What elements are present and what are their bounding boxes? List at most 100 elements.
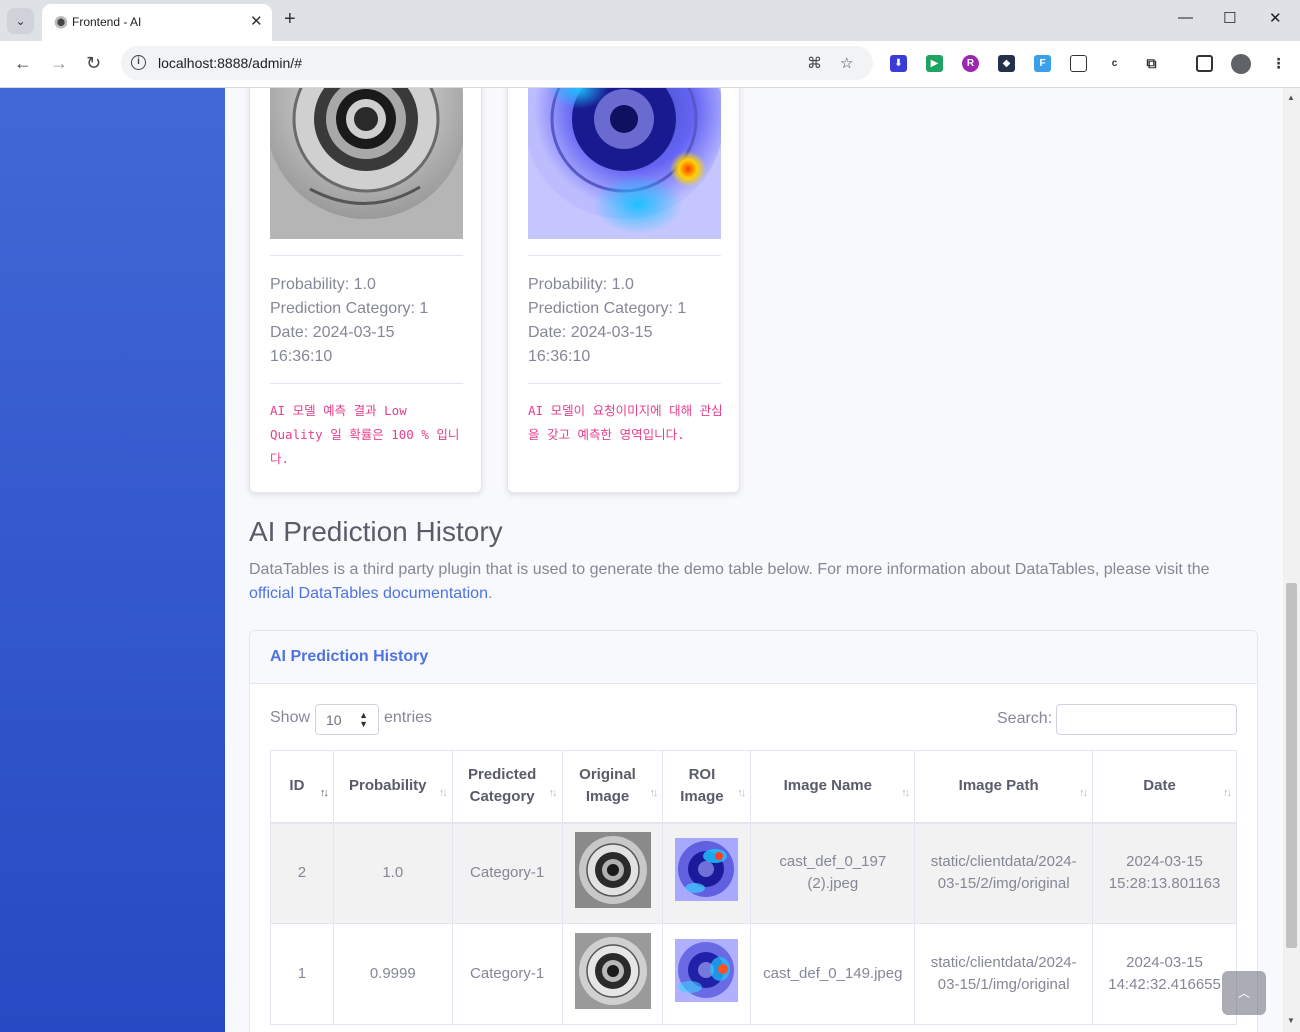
column-header-probability[interactable]: Probability ↑↓ (332, 750, 453, 824)
menu-kebab-icon[interactable]: ⋮ (1270, 55, 1287, 72)
table-row: 1 0.9999 Category-1 cast_def_0_149.jpeg … (270, 923, 1237, 1025)
original-thumbnail-image[interactable] (574, 831, 651, 915)
main-content: Probability: 1.0 Prediction Category: 1 … (225, 88, 1283, 1032)
roi-thumbnail-image[interactable] (675, 838, 739, 908)
site-favicon-icon (54, 16, 68, 30)
column-header-predicted-category[interactable]: Predicted Category ↑↓ (451, 750, 563, 824)
prediction-card-roi: Probability: 1.0 Prediction Category: 1 … (507, 88, 740, 493)
sidebar (0, 88, 225, 1032)
column-header-roi-image[interactable]: ROI Image ↑↓ (662, 750, 752, 824)
profile-avatar-icon[interactable] (1231, 54, 1251, 74)
cell-roi-image (662, 822, 752, 924)
cell-probability: 1.0 (332, 822, 453, 924)
datatables-doc-link[interactable]: official DataTables documentation (249, 585, 488, 602)
side-panel-icon[interactable] (1196, 55, 1213, 72)
history-table-card: AI Prediction History Show 10 ▲ ▼ entries… (249, 630, 1258, 1032)
extension-hex-icon[interactable]: ◆ (998, 55, 1015, 72)
column-header-date[interactable]: Date ↑↓ (1092, 750, 1237, 824)
card-probability: Probability: 1.0 (528, 276, 634, 293)
tab-search-button[interactable]: ⌄ (7, 8, 34, 34)
page-length-select[interactable]: 10 ▲ ▼ (315, 704, 379, 735)
table-row: 2 1.0 Category-1 cast_def_0_197 (2).jpeg… (270, 822, 1237, 924)
sort-icon: ↑↓ (1223, 786, 1232, 799)
card-date: Date: 2024-03-15 (528, 324, 653, 341)
search-label: Search: (997, 710, 1053, 727)
window-close-icon[interactable]: ✕ (1269, 9, 1282, 27)
original-thumbnail-image[interactable] (574, 932, 651, 1016)
cell-id: 2 (270, 822, 334, 924)
sort-icon: ↑↓ (737, 786, 746, 799)
sort-icon: ↑↓ (649, 786, 658, 799)
sort-icon: ↑↓ (1079, 786, 1088, 799)
card-note: AI 모델 예측 결과 Low Quality 일 확률은 100 % 입니다. (270, 403, 460, 466)
section-description: DataTables is a third party plugin that … (249, 558, 1249, 606)
new-tab-button[interactable]: + (284, 9, 296, 29)
sort-icon: ↑↓ (438, 786, 448, 799)
scroll-up-arrow-icon[interactable]: ▲ (1287, 93, 1295, 102)
prediction-card-original: Probability: 1.0 Prediction Category: 1 … (249, 88, 482, 493)
extensions-puzzle-icon[interactable]: ⧉ (1143, 55, 1160, 72)
card-note: AI 모델이 요청이미지에 대해 관심을 갖고 예측한 영역입니다. (528, 403, 723, 442)
card-header: AI Prediction History (250, 631, 1257, 684)
cell-original-image (561, 923, 664, 1025)
description-text: DataTables is a third party plugin that … (249, 561, 1210, 578)
roi-heatmap-image (528, 88, 721, 239)
card-divider (528, 255, 721, 256)
roi-thumbnail-image[interactable] (675, 939, 739, 1009)
scroll-to-top-button[interactable]: ︿ (1222, 971, 1266, 1015)
cell-category: Category-1 (451, 923, 563, 1025)
cell-image-name: cast_def_0_149.jpeg (750, 923, 916, 1025)
cell-image-path: static/clientdata/2024- 03-15/1/img/origi… (914, 923, 1094, 1025)
extension-video-icon[interactable]: ▶ (926, 55, 943, 72)
browser-toolbar: ← → ↻ i localhost:8888/admin/# ⌘ ☆ ⬇ ▶ R… (0, 41, 1300, 88)
card-divider (270, 255, 463, 256)
screen-capture-icon[interactable] (1070, 55, 1087, 72)
back-icon[interactable]: ← (14, 53, 32, 74)
chevron-up-icon: ︿ (1237, 986, 1250, 1000)
extension-download-icon[interactable]: ⬇ (890, 55, 907, 72)
cell-image-name: cast_def_0_197 (2).jpeg (750, 822, 916, 924)
card-probability: Probability: 1.0 (270, 276, 376, 293)
sort-asc-icon: ↑↓ (319, 786, 329, 799)
card-divider (528, 383, 721, 384)
browser-tab-active[interactable]: Frontend - AI ✕ (42, 4, 272, 41)
column-header-image-path[interactable]: Image Path ↑↓ (914, 750, 1094, 824)
url-text[interactable]: localhost:8888/admin/# (158, 55, 302, 71)
column-header-image-name[interactable]: Image Name ↑↓ (750, 750, 916, 824)
sort-icon: ↑↓ (548, 786, 558, 799)
table-header-row: ID ↑↓ Probability ↑↓ Predicted Category ↑↓ O… (270, 750, 1237, 824)
sort-icon: ↑↓ (901, 786, 910, 799)
cell-original-image (561, 822, 664, 924)
card-category: Prediction Category: 1 (528, 300, 687, 317)
original-casting-image (270, 88, 463, 239)
column-header-id[interactable]: ID ↑↓ (270, 750, 334, 824)
card-date: Date: 2024-03-15 (270, 324, 395, 341)
cell-image-path: static/clientdata/2024- 03-15/2/img/origi… (914, 822, 1094, 924)
maximize-icon[interactable]: ☐ (1223, 9, 1236, 27)
tab-title: Frontend - AI (72, 15, 142, 29)
card-info: Probability: 1.0 Prediction Category: 1 … (528, 273, 723, 369)
reload-icon[interactable]: ↻ (86, 53, 101, 74)
extension-lr-icon[interactable]: R (962, 55, 979, 72)
extension-fi-icon[interactable]: F (1034, 55, 1051, 72)
bookmark-star-icon[interactable]: ☆ (840, 54, 853, 72)
card-time: 16:36:10 (270, 348, 333, 365)
forward-icon[interactable]: → (50, 53, 68, 74)
entries-label: entries (384, 709, 433, 726)
column-header-original-image[interactable]: Original Image ↑↓ (561, 750, 664, 824)
scrollbar-thumb[interactable] (1286, 583, 1297, 948)
page-scrollbar[interactable]: ▲ ▼ (1283, 88, 1300, 1032)
minimize-icon[interactable]: — (1178, 9, 1193, 26)
extension-c-icon[interactable]: c (1106, 55, 1123, 72)
scroll-down-arrow-icon[interactable]: ▼ (1287, 1016, 1295, 1025)
search-input[interactable] (1056, 704, 1237, 735)
cell-id: 1 (270, 923, 334, 1025)
page-length-value: 10 (326, 712, 342, 728)
card-divider (270, 383, 463, 384)
translate-icon[interactable]: ⌘ (807, 54, 822, 72)
cell-roi-image (662, 923, 752, 1025)
tab-close-icon[interactable]: ✕ (250, 12, 263, 30)
address-bar[interactable]: i localhost:8888/admin/# ⌘ ☆ (121, 46, 873, 80)
site-info-icon[interactable]: i (131, 55, 146, 70)
description-suffix: . (487, 585, 493, 602)
